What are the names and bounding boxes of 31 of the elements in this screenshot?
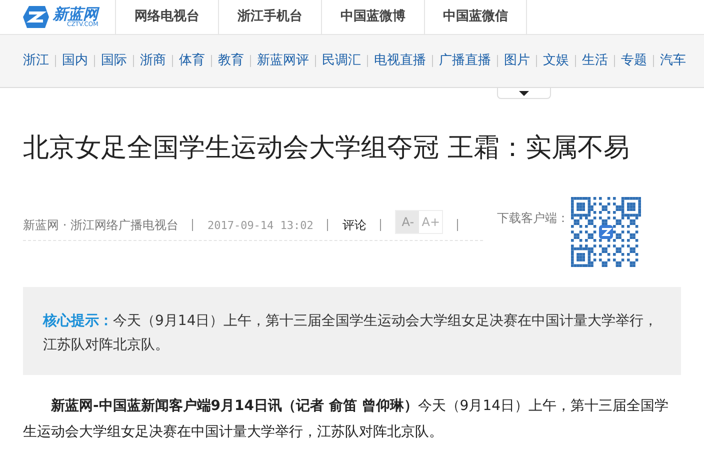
top-link[interactable]: 中国蓝微信	[424, 0, 527, 34]
nav-link[interactable]: 生活	[582, 51, 608, 71]
top-link[interactable]: 中国蓝微博	[321, 0, 424, 34]
download-label: 下载客户端：	[497, 210, 569, 227]
nav-link[interactable]: 浙江	[23, 51, 49, 71]
nav-link[interactable]: 教育	[218, 51, 244, 71]
expand-tab[interactable]	[497, 88, 551, 99]
nav-link[interactable]: 专题	[621, 51, 647, 71]
comment-link[interactable]: 评论	[342, 216, 366, 234]
nav-link[interactable]: 浙商	[140, 51, 166, 71]
nav-link[interactable]: 新蓝网评	[257, 51, 309, 71]
nav-link[interactable]: 文娱	[543, 51, 569, 71]
article-source: 新蓝网 · 浙江网络广播电视台	[23, 217, 178, 234]
article-date: 2017-09-14 13:02	[207, 218, 314, 234]
nav-link[interactable]: 汽车	[660, 51, 686, 71]
nav-link[interactable]: 国际	[101, 51, 127, 71]
nav-link[interactable]: 图片	[504, 51, 530, 71]
article-body: 新蓝网-中国蓝新闻客户端9月14日讯（记者 俞笛 曾仰琳）今天（9月14日）上午，第十三届全国学生运动会大学组女足决赛在中国计量大学举行，江苏队对阵北京队。	[23, 396, 670, 442]
nav-link[interactable]: 电视直播	[374, 51, 426, 71]
summary-text: 核心提示：今天（9月14日）上午，第十三届全国学生运动会大学组女足决赛在中国计量大学举行，江苏队对阵北京队。	[43, 312, 659, 355]
article-title: 北京女足全国学生运动会大学组夺冠 王霜：实属不易	[22, 135, 630, 161]
top-link[interactable]: 网络电视台	[115, 0, 218, 34]
nav-link[interactable]: 广播直播	[439, 51, 491, 71]
top-link[interactable]: 浙江手机台	[218, 0, 321, 34]
logo-name: 新蓝网	[53, 6, 98, 22]
qr-code-icon	[571, 197, 641, 267]
caret-icon	[519, 90, 529, 96]
logo-icon	[23, 5, 49, 29]
nav-link[interactable]: 国内	[62, 51, 88, 71]
nav-link[interactable]: 体育	[179, 51, 205, 71]
nav-link[interactable]: 民调汇	[322, 51, 361, 71]
